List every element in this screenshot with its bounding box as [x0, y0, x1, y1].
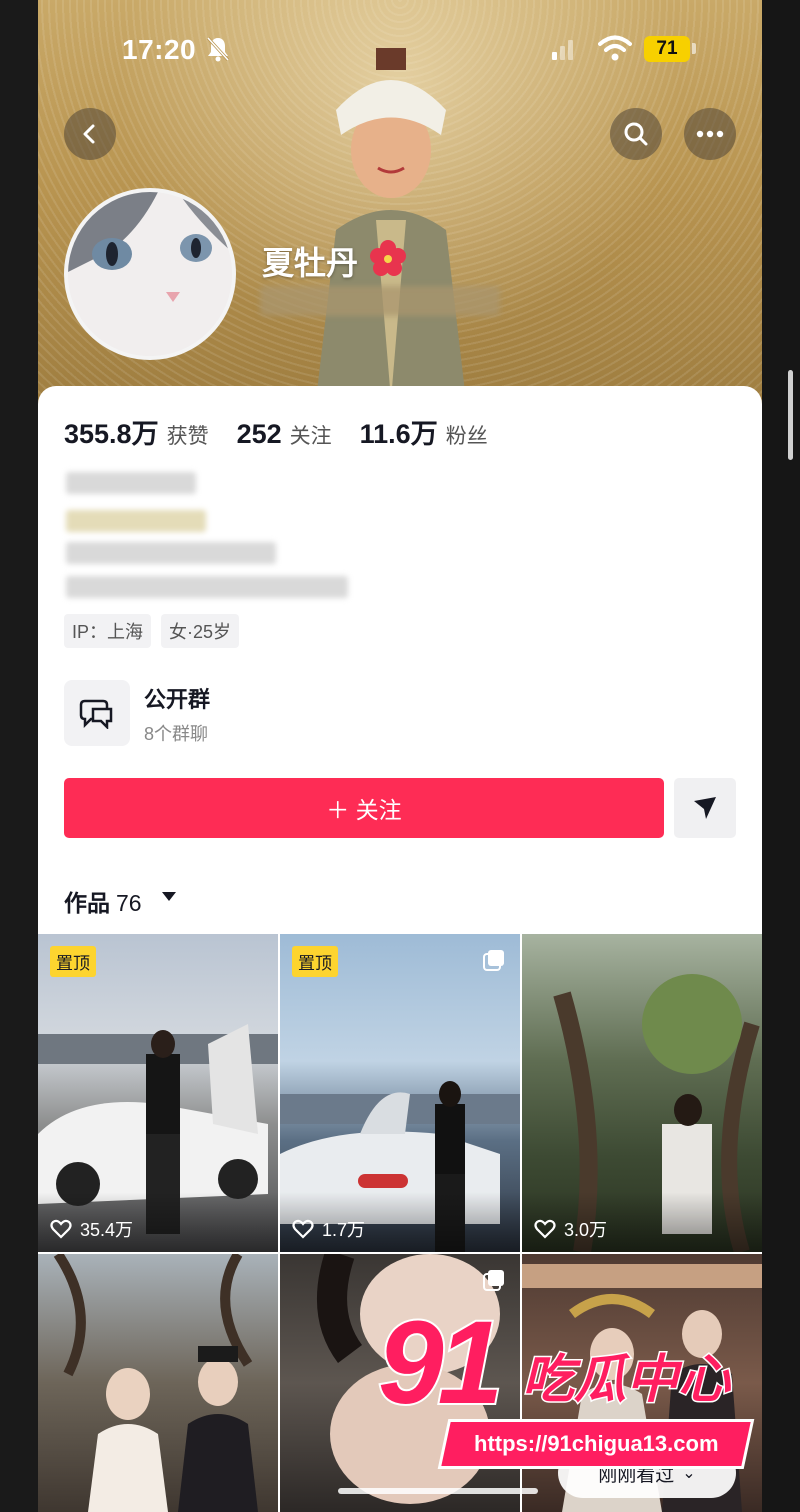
- back-button[interactable]: [64, 108, 116, 160]
- redacted-bio-line: [66, 542, 276, 564]
- group-chat-title[interactable]: 公开群: [144, 682, 210, 714]
- stat-likes-value: 355.8万: [64, 419, 159, 449]
- redacted-bio-line: [66, 472, 196, 494]
- cellular-signal-icon: [552, 40, 573, 60]
- video-likes-count: 35.4万: [80, 1220, 134, 1240]
- redacted-bio-line: [66, 510, 206, 532]
- stat-followers-label[interactable]: 粉丝: [446, 420, 488, 450]
- works-tab-label: 作品: [64, 890, 110, 916]
- profile-tags: IP：上海 女·25岁: [64, 614, 240, 648]
- follow-button[interactable]: ＋ 关注: [64, 778, 664, 838]
- stat-likes-label: 获赞: [166, 425, 209, 448]
- heart-outline-icon: [50, 1219, 72, 1239]
- video-likes-count: 3.0万: [564, 1220, 608, 1240]
- profile-card: 355.8万 获赞 252 关注 11.6万 粉丝 IP：上海 女·25岁 公开…: [38, 386, 762, 934]
- bell-muted-icon: [206, 36, 230, 62]
- chevron-left-icon: [83, 124, 95, 144]
- scrollbar[interactable]: [788, 370, 793, 460]
- group-chat-button[interactable]: [64, 680, 130, 746]
- double-chevron-down-icon: ⌄: [682, 1465, 696, 1482]
- search-button[interactable]: [610, 108, 662, 160]
- watermark-url-text: https://91chigua13.com: [473, 1431, 719, 1456]
- search-icon: [624, 122, 648, 146]
- hibiscus-emoji-icon: [370, 240, 406, 276]
- chat-bubbles-icon: [79, 699, 113, 729]
- pinned-badge: 置顶: [50, 946, 96, 977]
- gender-age-tag: 女·25岁: [161, 614, 240, 648]
- stat-followers-value[interactable]: 11.6万: [360, 412, 438, 451]
- cat-avatar-image: [68, 192, 232, 356]
- redacted-bio-line: [66, 576, 348, 598]
- video-likes: 35.4万: [50, 1216, 133, 1242]
- group-chat-subtitle: 8个群聊: [144, 724, 209, 744]
- battery-tip: [692, 43, 696, 54]
- multi-image-icon: [483, 950, 504, 971]
- phone-screen: 17:20 71 夏牡丹 355.8万 获赞 252 关注 11.6万 粉丝 I…: [38, 0, 762, 1512]
- redacted-account-id: [260, 286, 500, 316]
- multi-image-icon: [483, 1270, 504, 1291]
- send-arrow-icon: [694, 797, 716, 819]
- battery-indicator: 71: [644, 36, 690, 62]
- video-thumbnail[interactable]: 3.0万: [522, 934, 762, 1252]
- video-likes: 3.0万: [534, 1216, 607, 1242]
- more-dots-icon: [696, 130, 724, 138]
- video-likes-count: 1.7万: [322, 1220, 366, 1240]
- home-indicator[interactable]: [338, 1488, 538, 1494]
- stat-following-value[interactable]: 252: [237, 419, 282, 450]
- status-bar: 17:20 71: [38, 0, 762, 100]
- video-thumbnail[interactable]: 置顶 1.7万: [280, 934, 520, 1252]
- watermark-logo-text: 吃瓜中心: [520, 1351, 731, 1409]
- profile-name: 夏牡丹: [262, 245, 359, 281]
- ip-location-tag: IP：上海: [64, 614, 152, 648]
- avatar[interactable]: [64, 188, 236, 360]
- works-count: 76: [116, 890, 142, 916]
- status-time: 17:20: [122, 34, 197, 65]
- costume-photo-thumbnail: [53, 1254, 258, 1512]
- stat-following-label[interactable]: 关注: [290, 420, 332, 450]
- video-likes: 1.7万: [292, 1216, 365, 1242]
- heart-outline-icon: [534, 1219, 556, 1239]
- watermark-logo-number: 91: [376, 1297, 505, 1429]
- profile-stats: 355.8万 获赞 252 关注 11.6万 粉丝: [64, 412, 516, 451]
- video-thumbnail[interactable]: [38, 1254, 278, 1512]
- works-tab[interactable]: 作品 76: [64, 884, 142, 918]
- watermark-url: https://91chigua13.com: [441, 1422, 751, 1466]
- send-message-button[interactable]: [674, 778, 736, 838]
- right-side-bar: [762, 0, 800, 1512]
- video-thumbnail[interactable]: 置顶 35.4万: [38, 934, 278, 1252]
- more-button[interactable]: [684, 108, 736, 160]
- heart-outline-icon: [292, 1219, 314, 1239]
- pinned-badge: 置顶: [292, 946, 338, 977]
- caret-down-icon[interactable]: [162, 892, 176, 901]
- wifi-icon: [598, 35, 632, 61]
